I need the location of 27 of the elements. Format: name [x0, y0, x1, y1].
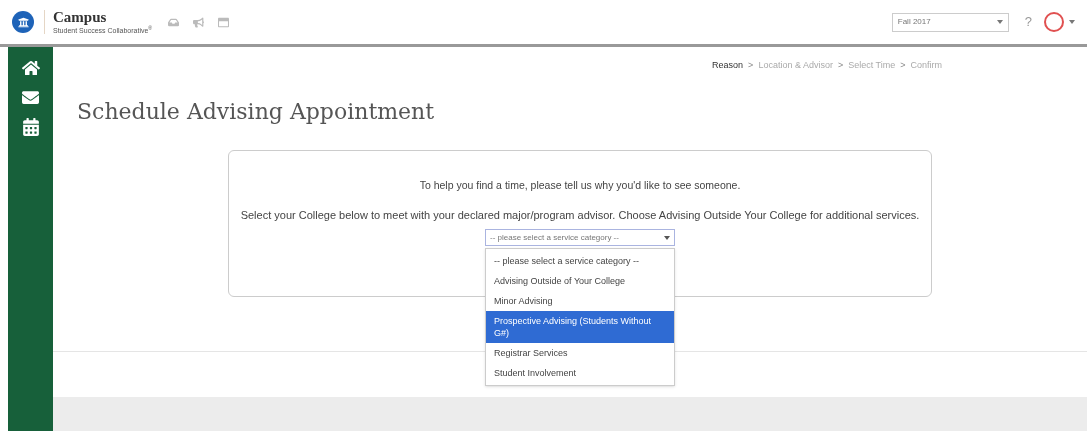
calendar-icon[interactable]: [22, 118, 39, 136]
service-option[interactable]: Minor Advising: [486, 291, 674, 312]
term-select[interactable]: Fall 2017: [891, 12, 1009, 32]
caret-icon[interactable]: [1069, 20, 1075, 24]
mail-icon[interactable]: [22, 89, 39, 106]
breadcrumb-step: Reason: [712, 59, 744, 73]
breadcrumb-step: Confirm: [910, 59, 942, 73]
service-option[interactable]: -- please select a service category --: [486, 251, 674, 272]
breadcrumb-separator: >: [837, 59, 844, 72]
page-title: Schedule Advising Appointment: [77, 97, 436, 126]
intro-text: To help you find a time, please tell us why you'd like to see someone.: [419, 177, 741, 193]
breadcrumb-separator: >: [748, 59, 754, 72]
service-option[interactable]: Advising Outside of Your College: [486, 271, 674, 292]
service-option[interactable]: Registrar Services: [486, 343, 674, 364]
breadcrumb-step: Location & Advisor: [758, 59, 833, 73]
avatar-button[interactable]: [1044, 12, 1064, 32]
service-option[interactable]: Prospective Advising (Students Without G#): [486, 311, 674, 344]
home-icon[interactable]: [21, 59, 40, 77]
logo-icon: [12, 11, 34, 33]
breadcrumb-step: Select Time: [848, 59, 896, 73]
service-select[interactable]: -- please select a service category --: [485, 229, 675, 247]
caret-icon: [664, 235, 670, 240]
service-option[interactable]: Student Involvement: [486, 363, 674, 384]
caret-icon: [996, 20, 1003, 24]
brand-name: Campus: [53, 10, 108, 25]
breadcrumb-separator: >: [900, 59, 906, 72]
instructions-text: Select your College below to meet with your declared major/program advisor. Choose Advising Outside Your College for additional services.: [239, 209, 921, 223]
